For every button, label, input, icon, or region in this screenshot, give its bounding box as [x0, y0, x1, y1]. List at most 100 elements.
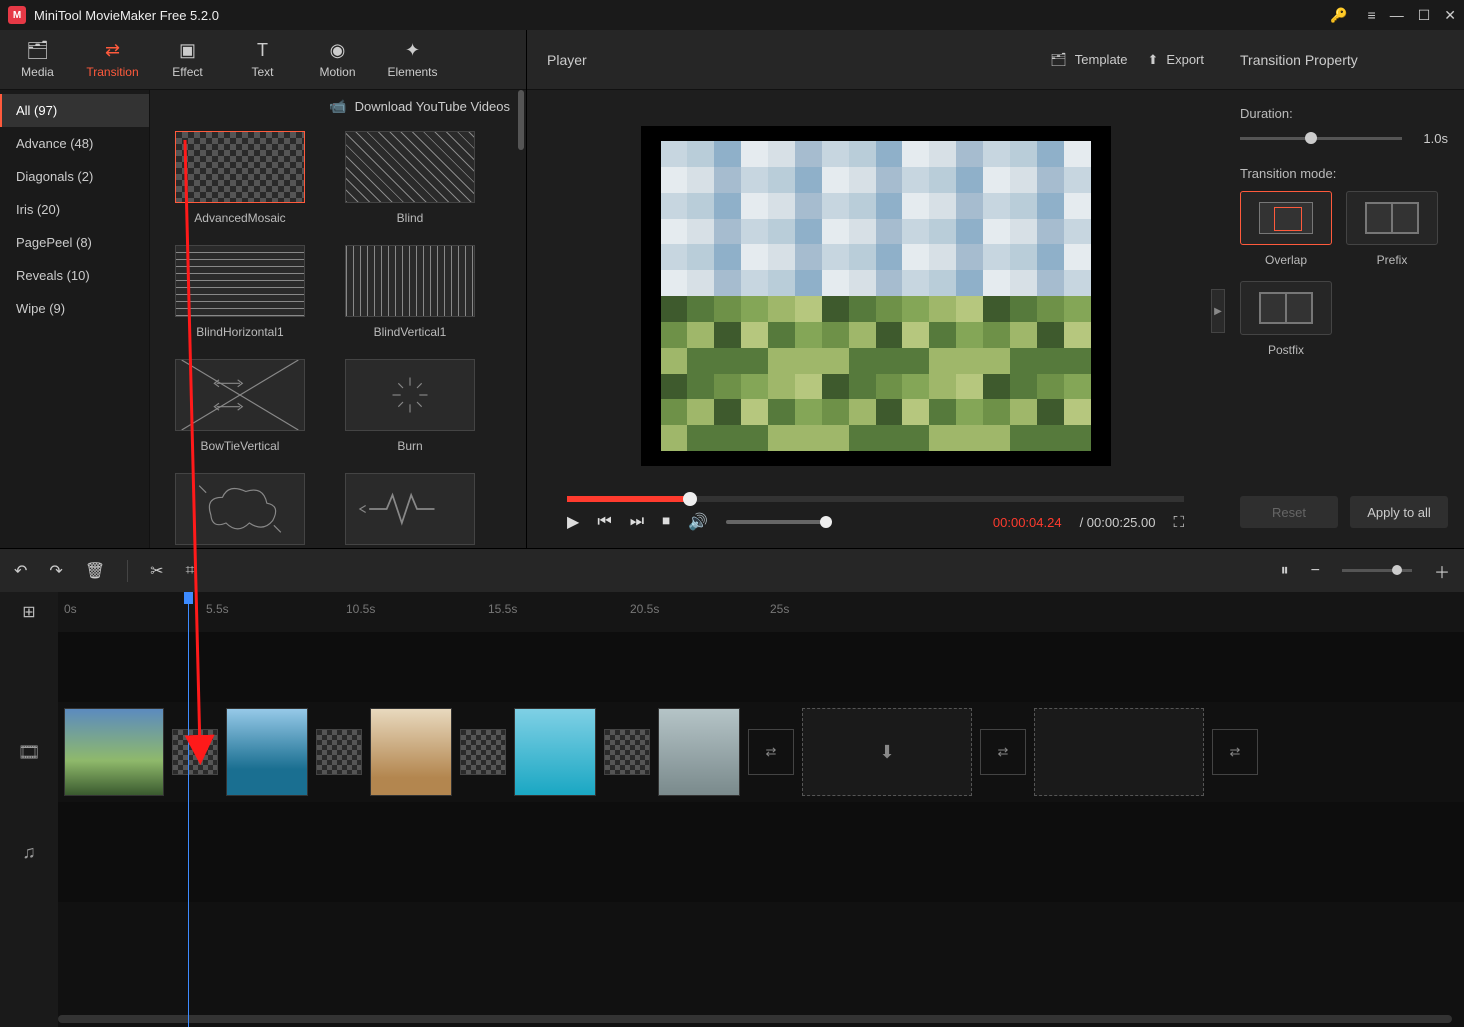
transition-thumb-Burn[interactable]	[345, 359, 475, 431]
stop-button[interactable]: ⏹	[662, 513, 670, 531]
transition-slot-4[interactable]	[604, 729, 650, 775]
mode-label: Transition mode:	[1240, 166, 1448, 181]
category-item-6[interactable]: Wipe (9)	[0, 292, 149, 325]
export-icon: ⬆	[1148, 52, 1159, 68]
swap-slot-1[interactable]: ⇄	[748, 729, 794, 775]
swap-slot-2[interactable]: ⇄	[980, 729, 1026, 775]
transition-slot-1[interactable]	[172, 729, 218, 775]
duration-slider[interactable]	[1240, 137, 1402, 140]
elements-icon: ✦	[405, 41, 420, 61]
tab-effect[interactable]: ▣Effect	[150, 30, 225, 89]
category-item-5[interactable]: Reveals (10)	[0, 259, 149, 292]
clip-3[interactable]	[370, 708, 452, 796]
scrollbar[interactable]	[518, 90, 524, 150]
download-youtube-button[interactable]: 📹 Download YouTube Videos	[150, 90, 526, 123]
app-title: MiniTool MovieMaker Free 5.2.0	[34, 8, 1330, 23]
audio-track[interactable]	[58, 802, 1464, 902]
tab-media[interactable]: 🗂Media	[0, 30, 75, 89]
zoom-slider[interactable]	[1342, 569, 1412, 572]
mode-prefix[interactable]	[1346, 191, 1438, 245]
clip-1[interactable]	[64, 708, 164, 796]
transition-slot-2[interactable]	[316, 729, 362, 775]
tab-text-label: Text	[251, 65, 273, 79]
empty-clip-slot[interactable]: ⬇	[802, 708, 972, 796]
mode-label: Postfix	[1268, 343, 1304, 357]
tab-motion[interactable]: ◉ Motion	[300, 30, 375, 89]
ruler-tick: 5.5s	[206, 602, 229, 616]
duration-label: Duration:	[1240, 106, 1448, 121]
prev-frame-button[interactable]: ⏮	[597, 513, 611, 531]
transition-thumb-7[interactable]	[345, 473, 475, 545]
crop-button[interactable]: ⌗	[186, 562, 195, 580]
cut-button[interactable]: ✂	[150, 561, 163, 581]
apply-all-button[interactable]: Apply to all	[1350, 496, 1448, 528]
clip-4[interactable]	[514, 708, 596, 796]
volume-icon[interactable]: 🔊	[688, 512, 708, 532]
scrub-bar[interactable]	[567, 496, 1184, 502]
empty-clip-slot-2[interactable]	[1034, 708, 1204, 796]
transition-label: BowTieVertical	[201, 439, 280, 453]
tab-motion-label: Motion	[319, 65, 355, 79]
category-item-4[interactable]: PagePeel (8)	[0, 226, 149, 259]
tab-text[interactable]: TText	[225, 30, 300, 89]
clip-2[interactable]	[226, 708, 308, 796]
template-button[interactable]: 🗂Template	[1050, 52, 1127, 68]
horizontal-scrollbar[interactable]	[58, 1015, 1452, 1023]
tab-effect-label: Effect	[172, 65, 202, 79]
close-button[interactable]: ✕	[1444, 7, 1456, 24]
minimize-button[interactable]: —	[1390, 7, 1404, 23]
volume-slider[interactable]	[726, 520, 826, 524]
motion-icon: ◉	[330, 41, 346, 61]
transition-label: AdvancedMosaic	[194, 211, 285, 225]
add-track-button[interactable]: ⊞	[0, 592, 58, 632]
transition-thumb-Blind[interactable]	[345, 131, 475, 203]
swap-slot-3[interactable]: ⇄	[1212, 729, 1258, 775]
transition-thumb-AdvancedMosaic[interactable]	[175, 131, 305, 203]
playhead[interactable]	[188, 592, 189, 1027]
zoom-out-button[interactable]: −	[1311, 562, 1320, 580]
video-preview	[641, 126, 1111, 466]
play-button[interactable]: ▶	[567, 512, 579, 532]
transition-slot-3[interactable]	[460, 729, 506, 775]
transition-thumb-BlindVertical1[interactable]	[345, 245, 475, 317]
export-button[interactable]: ⬆Export	[1148, 52, 1204, 68]
next-frame-button[interactable]: ⏭	[630, 513, 644, 531]
video-track[interactable]: ⇄ ⬇ ⇄ ⇄	[58, 702, 1464, 802]
category-item-2[interactable]: Diagonals (2)	[0, 160, 149, 193]
overlay-track[interactable]	[58, 632, 1464, 702]
key-icon[interactable]: 🔑	[1330, 7, 1347, 24]
zoom-handle[interactable]	[1392, 565, 1402, 575]
ruler-tick: 15.5s	[488, 602, 517, 616]
transition-thumb-BlindHorizontal1[interactable]	[175, 245, 305, 317]
timeline-ruler[interactable]: 0s5.5s10.5s15.5s20.5s25s	[58, 592, 1464, 632]
snap-icon[interactable]: ⏸	[1281, 562, 1289, 580]
undo-button[interactable]: ↶	[14, 561, 27, 581]
transition-thumb-6[interactable]	[175, 473, 305, 545]
hamburger-icon[interactable]: ≡	[1368, 7, 1376, 23]
duration-handle[interactable]	[1305, 132, 1317, 144]
mode-overlap[interactable]	[1240, 191, 1332, 245]
fullscreen-button[interactable]: ⛶	[1173, 514, 1184, 531]
scrub-handle[interactable]	[683, 492, 697, 506]
category-item-3[interactable]: Iris (20)	[0, 193, 149, 226]
folder-icon: 🗂	[26, 41, 49, 61]
redo-button[interactable]: ↷	[49, 561, 62, 581]
reset-button[interactable]: Reset	[1240, 496, 1338, 528]
time-current: 00:00:04.24	[993, 515, 1062, 530]
transition-thumb-BowTieVertical[interactable]	[175, 359, 305, 431]
category-item-1[interactable]: Advance (48)	[0, 127, 149, 160]
tab-elements[interactable]: ✦Elements	[375, 30, 450, 89]
ruler-tick: 25s	[770, 602, 789, 616]
download-youtube-label: Download YouTube Videos	[355, 99, 510, 114]
volume-handle[interactable]	[820, 516, 832, 528]
maximize-button[interactable]: ☐	[1418, 7, 1431, 24]
clip-5[interactable]	[658, 708, 740, 796]
panel-expand-button[interactable]: ▶	[1211, 289, 1225, 333]
category-item-0[interactable]: All (97)	[0, 94, 149, 127]
ruler-tick: 20.5s	[630, 602, 659, 616]
tab-transition[interactable]: ⇄Transition	[75, 30, 150, 89]
mode-postfix[interactable]	[1240, 281, 1332, 335]
zoom-in-button[interactable]: ＋	[1434, 559, 1450, 583]
delete-button[interactable]: 🗑	[85, 561, 105, 581]
tab-transition-label: Transition	[86, 65, 138, 79]
